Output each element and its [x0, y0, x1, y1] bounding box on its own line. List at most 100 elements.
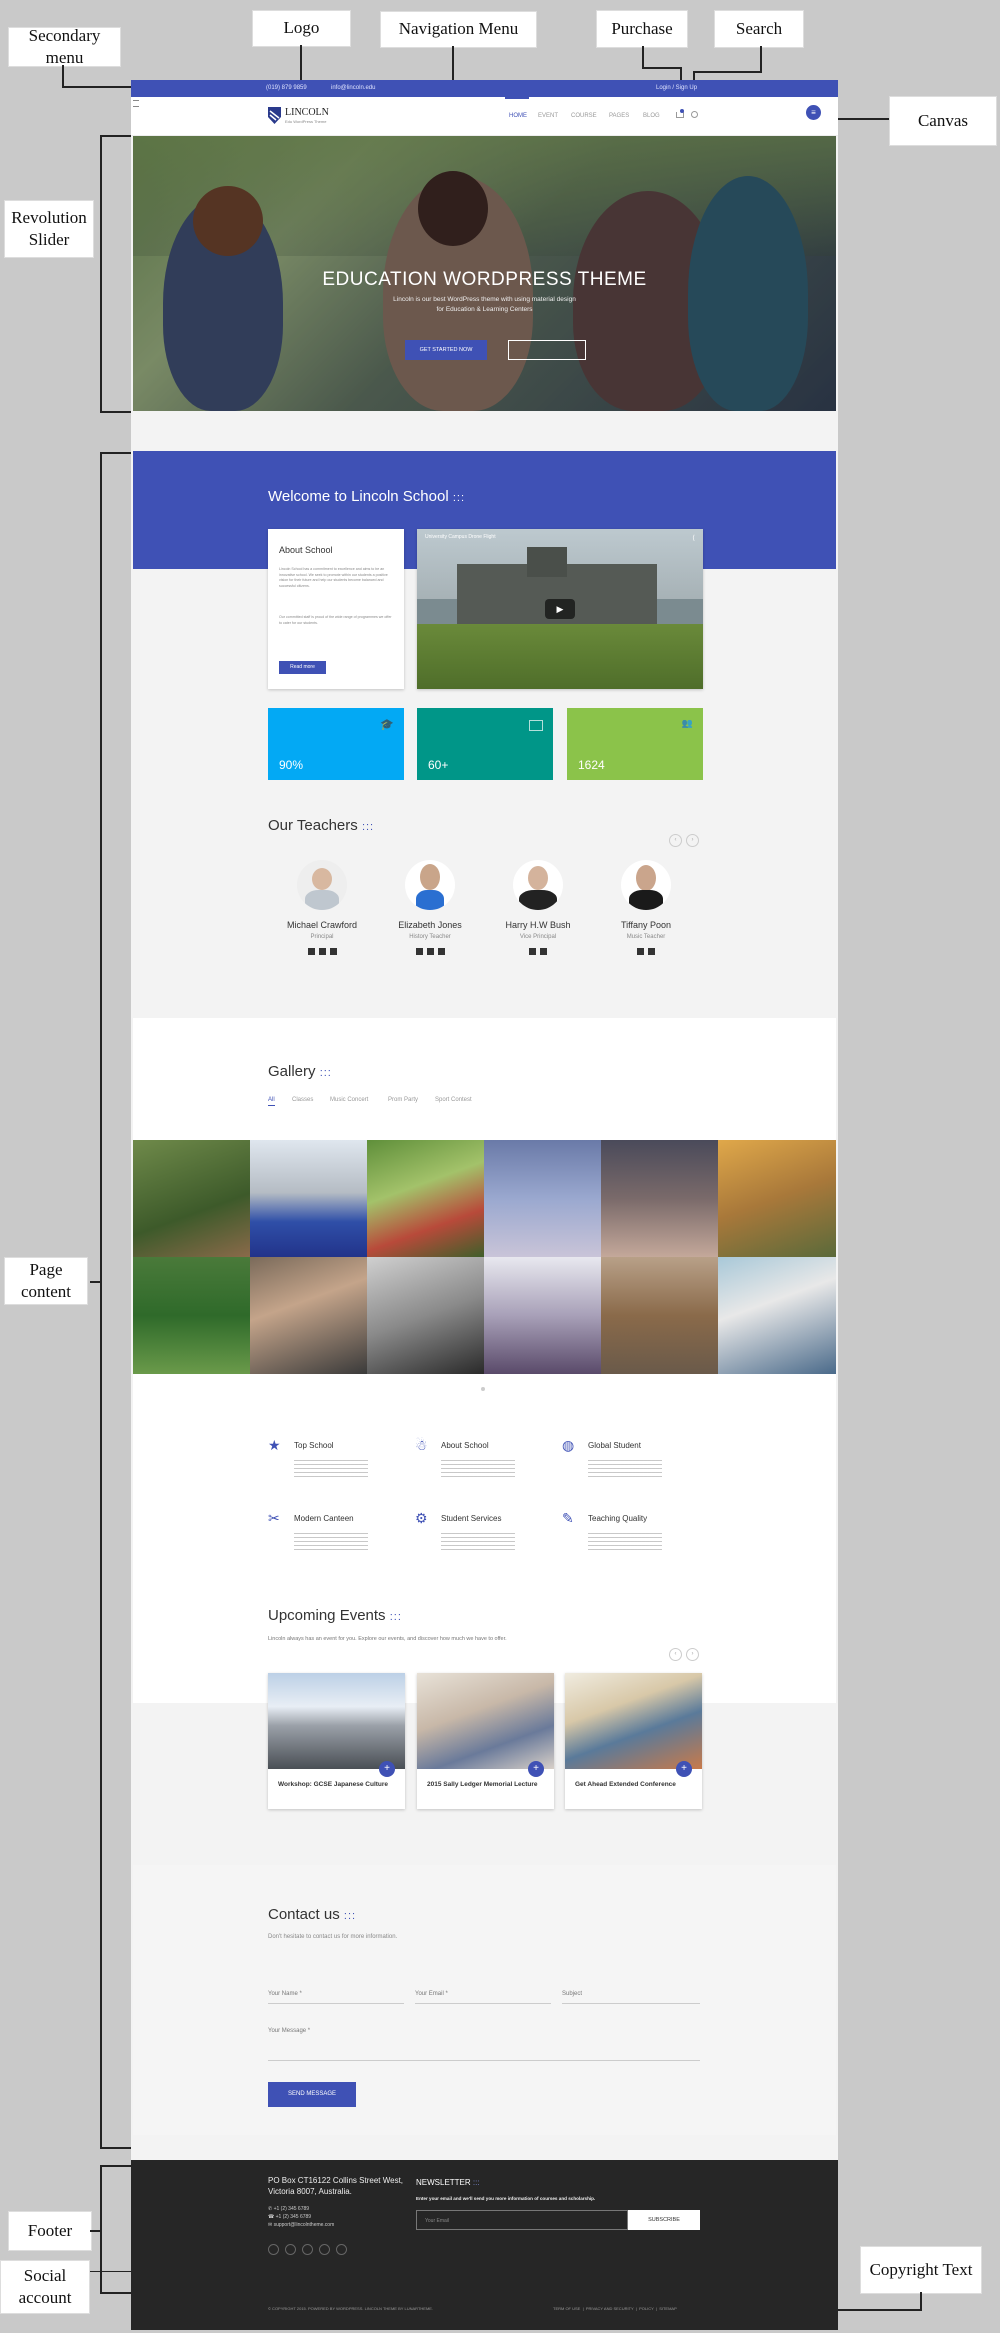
contact-section: [133, 1865, 836, 2135]
teacher-card[interactable]: Michael Crawford Principal: [272, 860, 372, 955]
event-plus-button[interactable]: +: [676, 1761, 692, 1777]
linkedin-icon[interactable]: [319, 2244, 330, 2255]
facebook-icon[interactable]: [529, 948, 536, 955]
email-text[interactable]: info@lincoln.edu: [331, 85, 375, 91]
facebook-icon[interactable]: [268, 2244, 279, 2255]
subscribe-button[interactable]: SUBSCRIBE: [628, 2210, 700, 2230]
message-field[interactable]: [268, 2060, 700, 2061]
gallery-image[interactable]: [601, 1140, 718, 1257]
nav-item-course[interactable]: COURSE: [571, 113, 597, 119]
share-icon[interactable]: ⟨: [692, 534, 695, 542]
teacher-name: Tiffany Poon: [620, 920, 672, 930]
gallery-image[interactable]: [250, 1140, 367, 1257]
hero-secondary-button[interactable]: [508, 340, 586, 360]
google-icon[interactable]: [329, 948, 337, 955]
welcome-title: Welcome to Lincoln School :::: [268, 488, 465, 505]
email-field[interactable]: [415, 2003, 551, 2004]
nav-item-home[interactable]: HOME: [509, 113, 527, 119]
gallery-image[interactable]: [484, 1140, 601, 1257]
twitter-icon[interactable]: [285, 2244, 296, 2255]
logo[interactable]: LINCOLN Edu WordPress Theme: [268, 105, 348, 127]
events-prev-arrow[interactable]: ‹: [669, 1648, 682, 1661]
teacher-card[interactable]: Tiffany Poon Music Teacher: [596, 860, 696, 955]
nav-item-blog[interactable]: BLOG: [643, 113, 660, 119]
connector-line: [62, 65, 64, 87]
google-icon[interactable]: [437, 948, 445, 955]
callout-footer: Footer: [8, 2211, 92, 2251]
canvas-button[interactable]: ≡: [806, 105, 821, 120]
play-icon[interactable]: ▶: [545, 599, 575, 619]
get-started-button[interactable]: GET STARTED NOW: [405, 340, 487, 360]
event-card[interactable]: + Workshop: GCSE Japanese Culture: [268, 1673, 405, 1809]
students-icon: 👥: [681, 718, 693, 728]
footer-link[interactable]: POLICY: [639, 2306, 654, 2311]
gallery-image[interactable]: [718, 1140, 836, 1257]
teacher-card[interactable]: Elizabeth Jones History Teacher: [380, 860, 480, 955]
twitter-icon[interactable]: [426, 948, 434, 955]
twitter-icon[interactable]: [648, 948, 655, 955]
contact-subtitle: Don't hesitate to contact us for more in…: [268, 1934, 398, 1940]
name-field[interactable]: [268, 2003, 404, 2004]
filter-sport-contest[interactable]: Sport Contest: [435, 1097, 472, 1103]
read-more-button[interactable]: Read more: [279, 661, 326, 674]
gallery-image[interactable]: [601, 1257, 718, 1374]
footer-link[interactable]: TERM OF USE: [553, 2306, 580, 2311]
event-card[interactable]: + Get Ahead Extended Conference: [565, 1673, 702, 1809]
connector-line: [62, 86, 132, 88]
gallery-image[interactable]: [133, 1257, 250, 1374]
facebook-icon[interactable]: [637, 948, 644, 955]
facebook-icon[interactable]: [415, 948, 423, 955]
subject-field[interactable]: [562, 2003, 700, 2004]
bracket-revolution-slider: [100, 135, 132, 413]
filter-classes[interactable]: Classes: [292, 1097, 313, 1103]
filter-all[interactable]: All: [268, 1097, 275, 1106]
event-title: Get Ahead Extended Conference: [575, 1781, 676, 1788]
teachers-next-arrow[interactable]: ›: [686, 834, 699, 847]
mail-icon: ✉: [268, 2222, 273, 2228]
gallery-image[interactable]: [250, 1257, 367, 1374]
login-link[interactable]: Login / Sign Up: [656, 85, 697, 91]
stat-card-students: 👥 1624: [567, 708, 703, 780]
event-plus-button[interactable]: +: [528, 1761, 544, 1777]
gallery-pagination-dot[interactable]: [481, 1387, 485, 1391]
rss-icon[interactable]: [336, 2244, 347, 2255]
events-next-arrow[interactable]: ›: [686, 1648, 699, 1661]
footer-phone-2: ☎ +1 (2) 345 6789: [268, 2214, 312, 2220]
menu-icon[interactable]: [133, 100, 139, 107]
nav-item-event[interactable]: EVENT: [538, 113, 558, 119]
footer-link[interactable]: PRIVACY AND SECURITY: [586, 2306, 634, 2311]
teacher-role: History Teacher: [409, 934, 451, 940]
graduation-cap-icon: 🎓: [380, 719, 394, 731]
facebook-icon[interactable]: [307, 948, 315, 955]
twitter-icon[interactable]: [318, 948, 326, 955]
event-plus-button[interactable]: +: [379, 1761, 395, 1777]
cart-icon[interactable]: [676, 112, 684, 118]
name-field-label: Your Name *: [268, 1991, 302, 1997]
gallery-image[interactable]: [367, 1257, 484, 1374]
event-card[interactable]: + 2015 Sally Ledger Memorial Lecture: [417, 1673, 554, 1809]
footer-link[interactable]: SITEMAP: [659, 2306, 677, 2311]
fax-icon: ☎: [268, 2214, 275, 2220]
google-plus-icon[interactable]: [302, 2244, 313, 2255]
teacher-card[interactable]: Harry H.W Bush Vice Principal: [488, 860, 588, 955]
callout-search: Search: [714, 10, 804, 48]
brand-tagline: Edu WordPress Theme: [285, 119, 327, 124]
footer: PO Box CT16122 Collins Street West, Vict…: [131, 2160, 838, 2330]
filter-prom-party[interactable]: Prom Party: [388, 1097, 418, 1103]
globe-icon: ◍: [562, 1437, 575, 1453]
teacher-socials: [596, 948, 696, 955]
newsletter-email-input[interactable]: Your Email: [416, 2210, 628, 2230]
building-icon: [529, 720, 543, 731]
callout-purchase: Purchase: [596, 10, 688, 48]
send-message-button[interactable]: SEND MESSAGE: [268, 2082, 356, 2107]
gallery-image[interactable]: [718, 1257, 836, 1374]
twitter-icon[interactable]: [540, 948, 547, 955]
teachers-prev-arrow[interactable]: ‹: [669, 834, 682, 847]
search-icon[interactable]: [691, 111, 698, 118]
video-player[interactable]: University Campus Drone Flight ⟨ ▶: [417, 529, 703, 689]
nav-item-pages[interactable]: PAGES: [609, 113, 629, 119]
gallery-image[interactable]: [367, 1140, 484, 1257]
gallery-image[interactable]: [133, 1140, 250, 1257]
filter-music-concert[interactable]: Music Concert: [330, 1097, 368, 1103]
gallery-image[interactable]: [484, 1257, 601, 1374]
